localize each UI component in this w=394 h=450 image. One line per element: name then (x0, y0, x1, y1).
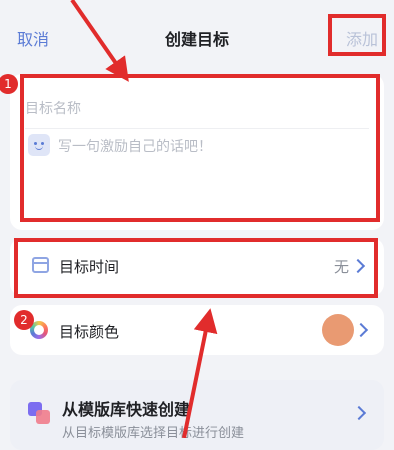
annotation-arrow-2 (182, 308, 218, 438)
annotation-arrows (70, 0, 218, 438)
annotation-arrow-1 (70, 0, 129, 82)
